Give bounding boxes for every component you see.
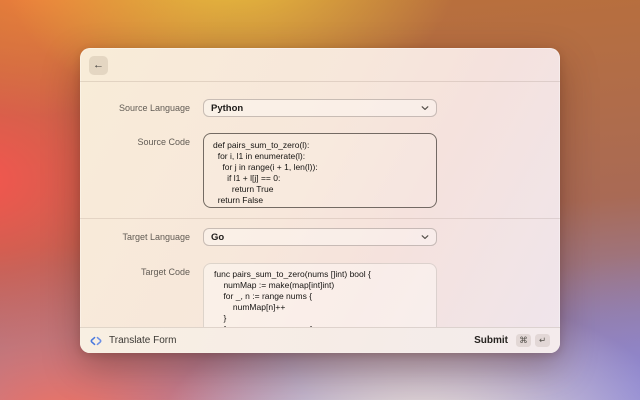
source-language-dropdown[interactable]: Python	[203, 99, 437, 117]
source-language-label: Source Language	[80, 103, 190, 113]
target-language-label: Target Language	[80, 232, 190, 242]
section-divider	[80, 218, 560, 219]
back-arrow-icon: ←	[93, 59, 104, 71]
target-language-dropdown[interactable]: Go	[203, 228, 437, 246]
chevron-down-icon	[421, 104, 429, 112]
window-footer: Translate Form Submit ⌘ ↵	[80, 327, 560, 353]
translate-form-window: ← Source Language Python Source Code def…	[80, 48, 560, 353]
target-code-textarea[interactable]: func pairs_sum_to_zero(nums []int) bool …	[203, 263, 437, 327]
extension-icon	[90, 335, 102, 347]
footer-actions: Submit ⌘ ↵	[474, 334, 550, 347]
target-language-value: Go	[211, 232, 421, 243]
target-code-label: Target Code	[80, 267, 190, 277]
app-name: Translate Form	[109, 335, 176, 346]
footer-app-info: Translate Form	[90, 335, 474, 347]
source-language-value: Python	[211, 103, 421, 114]
back-button[interactable]: ←	[89, 56, 108, 75]
command-key-icon: ⌘	[516, 334, 531, 347]
source-code-textarea[interactable]: def pairs_sum_to_zero(l): for i, l1 in e…	[203, 133, 437, 208]
desktop-background: ← Source Language Python Source Code def…	[0, 0, 640, 400]
window-header: ←	[80, 48, 560, 82]
return-key-icon: ↵	[535, 334, 550, 347]
chevron-down-icon	[421, 233, 429, 241]
submit-button[interactable]: Submit	[474, 335, 508, 346]
source-code-label: Source Code	[80, 137, 190, 147]
shortcut-keycaps: ⌘ ↵	[516, 334, 550, 347]
